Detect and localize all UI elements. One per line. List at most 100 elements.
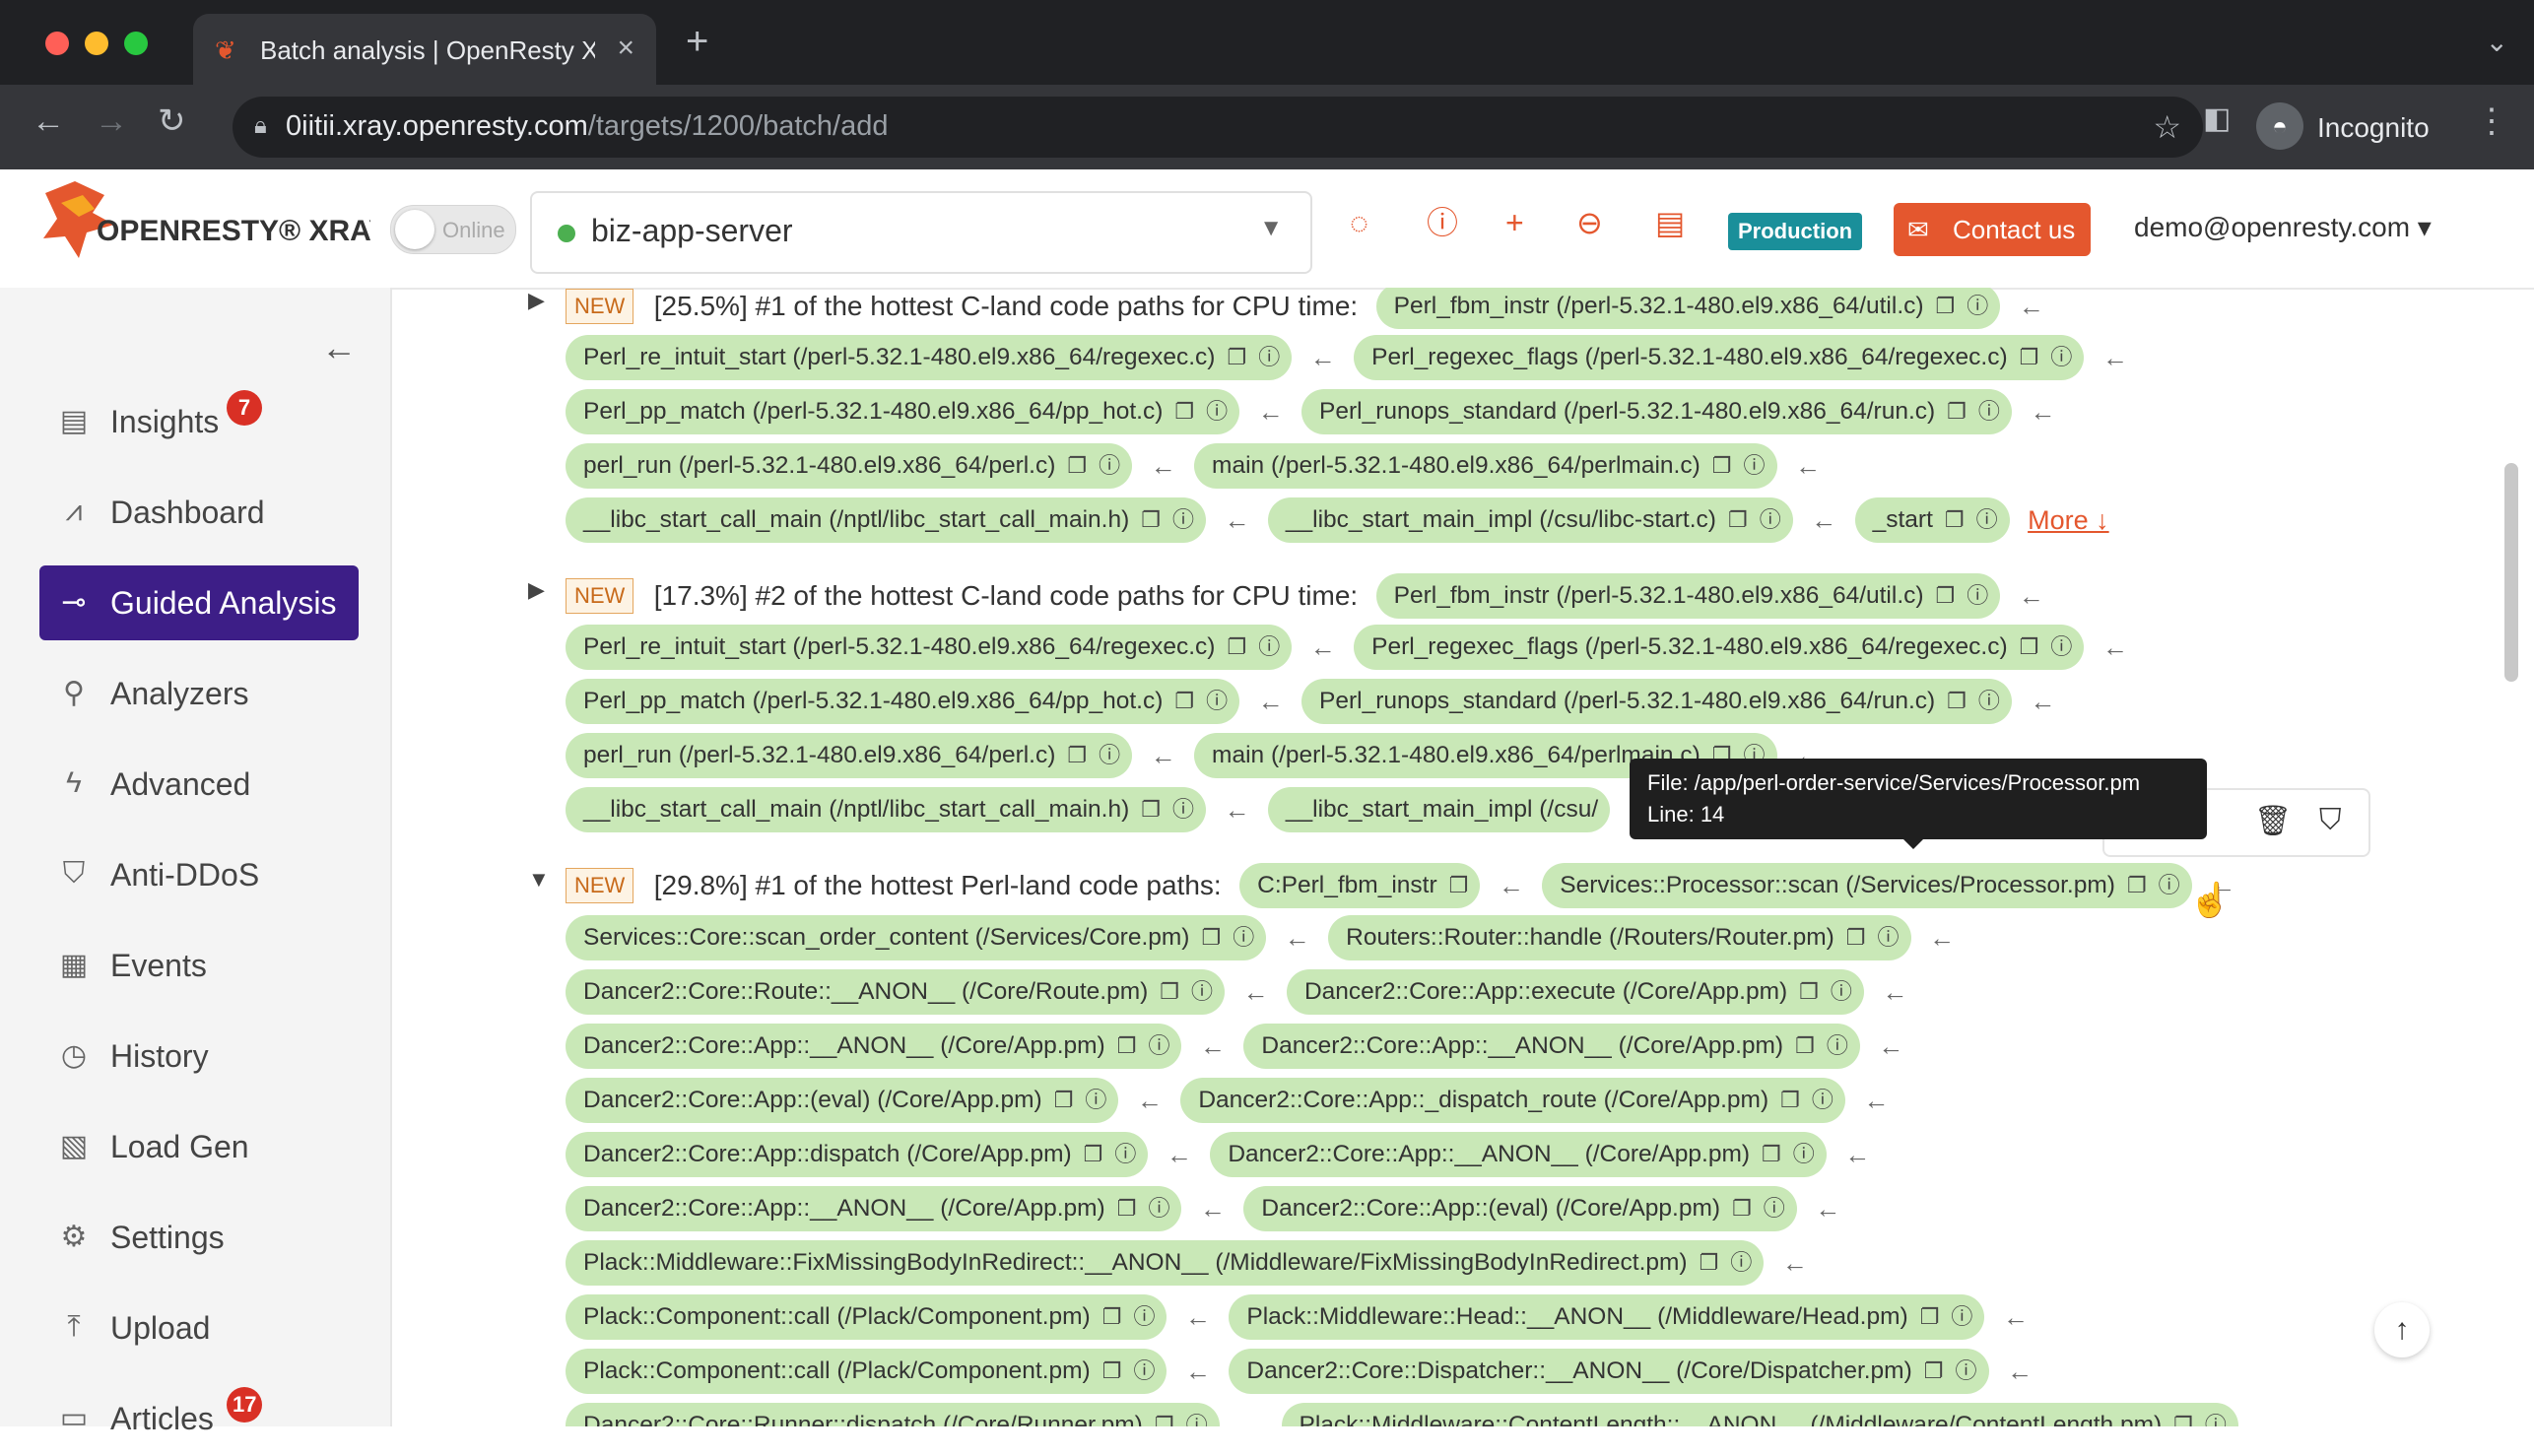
user-menu[interactable]: demo@openresty.com ▾ (2134, 211, 2432, 243)
help-icon: ⓘ (1171, 507, 1194, 532)
sidebar-item-dashboard[interactable]: ⩘ Dashboard (39, 475, 359, 550)
delete-icon[interactable]: 🗑︎ (2254, 804, 2292, 838)
browser-tab[interactable]: ❦ Batch analysis | OpenResty XR × (193, 14, 656, 85)
expand-triangle-icon[interactable]: ▶ (528, 577, 545, 603)
frame-chip[interactable]: Perl_pp_match (/perl-5.32.1-480.el9.x86_… (566, 679, 1240, 724)
frame-chip[interactable]: perl_run (/perl-5.32.1-480.el9.x86_64/pe… (566, 443, 1133, 489)
sidebar-item-history[interactable]: ◷ History (39, 1019, 359, 1093)
sidebar-item-guided-analysis[interactable]: ⊸ Guided Analysis (39, 565, 359, 640)
tooltip-line: Line: 14 (1647, 802, 1725, 827)
scrollbar[interactable] (2504, 463, 2518, 682)
help-icon: ⓘ (2050, 345, 2073, 369)
frame-chip[interactable]: Perl_re_intuit_start (/perl-5.32.1-480.e… (566, 335, 1293, 380)
frame-chip[interactable]: C:Perl_fbm_instr ❐ (1239, 863, 1481, 908)
online-toggle[interactable]: Online (390, 205, 516, 254)
sidebar-item-anti-ddos[interactable]: ⛉ Anti-DDoS (39, 837, 359, 912)
frame-chip[interactable]: main (/perl-5.32.1-480.el9.x86_64/perlma… (1194, 443, 1777, 489)
sidebar-item-events[interactable]: ▦ Events (39, 928, 359, 1003)
frame-chip[interactable]: Perl_fbm_instr (/perl-5.32.1-480.el9.x86… (1375, 288, 2001, 329)
copy-icon: ❐ (1160, 979, 1180, 1004)
frame-chip[interactable]: Dancer2::Core::App::__ANON__ (/Core/App.… (1243, 1024, 1860, 1069)
sidepanel-icon[interactable]: ◧ (2203, 104, 2231, 134)
sidebar-item-analyzers[interactable]: ⚲ Analyzers (39, 656, 359, 731)
frame-chip[interactable]: Perl_regexec_flags (/perl-5.32.1-480.el9… (1354, 625, 2085, 670)
minimize-window-button[interactable] (85, 32, 108, 55)
help-icon: ⓘ (1085, 1088, 1107, 1112)
server-select[interactable]: biz-app-server ▼ (530, 191, 1312, 274)
frame-chip[interactable]: Perl_fbm_instr (/perl-5.32.1-480.el9.x86… (1375, 573, 2001, 619)
bookmark-icon[interactable]: ⛉ (2319, 804, 2342, 837)
tab-search-icon[interactable]: ⌄ (2486, 26, 2508, 58)
frame-chip[interactable]: Dancer2::Core::App::__ANON__ (/Core/App.… (566, 1186, 1182, 1231)
frame-chip[interactable]: Perl_runops_standard (/perl-5.32.1-480.e… (1301, 389, 2012, 434)
frame-chip[interactable]: Perl_pp_match (/perl-5.32.1-480.el9.x86_… (566, 389, 1240, 434)
frame-chip[interactable]: Dancer2::Core::App::(eval) (/Core/App.pm… (566, 1078, 1119, 1123)
sidebar-item-upload[interactable]: ⤒ Upload (39, 1291, 359, 1365)
arrow-left-icon: ← (1166, 1139, 1192, 1169)
calendar-icon[interactable]: ▤ (1655, 207, 1685, 238)
frame-chip[interactable]: Dancer2::Core::App::__ANON__ (/Core/App.… (566, 1024, 1182, 1069)
frame-chip[interactable]: Plack::Middleware::Head::__ANON__ (/Midd… (1229, 1294, 1985, 1340)
frame-chip[interactable]: Dancer2::Core::App::__ANON__ (/Core/App.… (1210, 1132, 1827, 1177)
frame-chip[interactable]: Plack::Middleware::ContentLength::__ANON… (1281, 1403, 2238, 1426)
info-icon[interactable]: ⓘ (1427, 207, 1458, 238)
new-tab-icon[interactable]: + (686, 22, 708, 61)
arrow-left-icon: ← (1815, 1193, 1841, 1224)
bolt-icon: ϟ (66, 766, 82, 799)
arrow-left-icon: ← (2018, 291, 2044, 321)
sidebar-item-articles[interactable]: ▭ Articles 17 (39, 1381, 359, 1456)
toggle-knob (395, 210, 434, 249)
frame-chip[interactable]: Perl_regexec_flags (/perl-5.32.1-480.el9… (1354, 335, 2085, 380)
frame-chip[interactable]: Perl_re_intuit_start (/perl-5.32.1-480.e… (566, 625, 1293, 670)
sidebar-item-insights[interactable]: ▤ Insights 7 (39, 384, 359, 459)
help-icon: ⓘ (1759, 507, 1781, 532)
remove-icon[interactable]: ⊖ (1576, 207, 1603, 238)
collapse-sidebar-icon[interactable]: ← (321, 327, 357, 368)
frame-chip[interactable]: Routers::Router::handle (/Routers/Router… (1328, 915, 1911, 960)
frame-chip[interactable]: Dancer2::Core::App::execute (/Core/App.p… (1286, 969, 1864, 1015)
clock-icon: ◷ (60, 1039, 88, 1072)
frame-chip[interactable]: Plack::Component::call (/Plack/Component… (566, 1349, 1167, 1394)
frame-chip[interactable]: Dancer2::Core::Dispatcher::__ANON__ (/Co… (1229, 1349, 1989, 1394)
frame-chip[interactable]: perl_run (/perl-5.32.1-480.el9.x86_64/pe… (566, 733, 1133, 778)
help-icon: ⓘ (1185, 1413, 1208, 1426)
new-tag: NEW (566, 578, 634, 614)
frame-chip[interactable]: __libc_start_main_impl (/csu/ (1267, 787, 1611, 832)
frame-chip[interactable]: Dancer2::Core::Runner::dispatch (/Core/R… (566, 1403, 1220, 1426)
copy-icon: ❐ (2173, 1413, 2193, 1426)
frame-chip[interactable]: __libc_start_main_impl (/csu/libc-start.… (1267, 497, 1793, 543)
frame-chip[interactable]: Plack::Component::call (/Plack/Component… (566, 1294, 1167, 1340)
copy-icon: ❐ (1067, 453, 1088, 478)
bookmark-star-icon[interactable]: ☆ (2153, 108, 2181, 146)
maximize-window-button[interactable] (124, 32, 148, 55)
frame-chip[interactable]: Dancer2::Core::App::dispatch (/Core/App.… (566, 1132, 1149, 1177)
frame-chip[interactable]: Services::Processor::scan (/Services/Pro… (1542, 863, 2192, 908)
reload-icon[interactable]: ↻ (158, 104, 186, 138)
sidebar-item-advanced[interactable]: ϟ Advanced (39, 747, 359, 822)
address-bar[interactable]: 🔒︎ 0iitii.xray.openresty.com/targets/120… (233, 97, 2203, 158)
add-icon[interactable]: + (1505, 207, 1524, 238)
expand-triangle-icon[interactable]: ▶ (528, 288, 545, 313)
frame-chip[interactable]: __libc_start_call_main (/nptl/libc_start… (566, 787, 1206, 832)
frame-chip[interactable]: Dancer2::Core::App::_dispatch_route (/Co… (1180, 1078, 1845, 1123)
close-window-button[interactable] (45, 32, 69, 55)
frame-chip[interactable]: __libc_start_call_main (/nptl/libc_start… (566, 497, 1206, 543)
back-icon[interactable]: ← (32, 104, 65, 138)
frame-chip[interactable]: Services::Core::scan_order_content (/Ser… (566, 915, 1267, 960)
collapse-triangle-icon[interactable]: ▼ (528, 867, 550, 893)
forward-icon[interactable]: → (95, 104, 128, 138)
contact-us-button[interactable]: ✉ Contact us (1894, 203, 2091, 256)
more-link[interactable]: More ↓ (2028, 505, 2109, 536)
sidebar-item-settings[interactable]: ⚙ Settings (39, 1200, 359, 1275)
frame-chip[interactable]: Perl_runops_standard (/perl-5.32.1-480.e… (1301, 679, 2012, 724)
browser-menu-icon[interactable]: ⋮ (2475, 104, 2508, 138)
openresty-xray-logo[interactable]: OPENRESTY® XRAY (35, 173, 388, 277)
frame-chip[interactable]: Dancer2::Core::Route::__ANON__ (/Core/Ro… (566, 969, 1226, 1015)
frame-chip[interactable]: Plack::Middleware::FixMissingBodyInRedir… (566, 1240, 1765, 1286)
frame-chip[interactable]: Dancer2::Core::App::(eval) (/Core/App.pm… (1243, 1186, 1797, 1231)
sidebar-item-load-gen[interactable]: ▧ Load Gen (39, 1109, 359, 1184)
copy-icon: ❐ (1083, 1142, 1103, 1166)
close-tab-icon[interactable]: × (617, 32, 634, 65)
frame-chip[interactable]: _start ❐ ⓘ (1854, 497, 2010, 543)
back-to-top-button[interactable]: ↑ (2374, 1302, 2430, 1357)
